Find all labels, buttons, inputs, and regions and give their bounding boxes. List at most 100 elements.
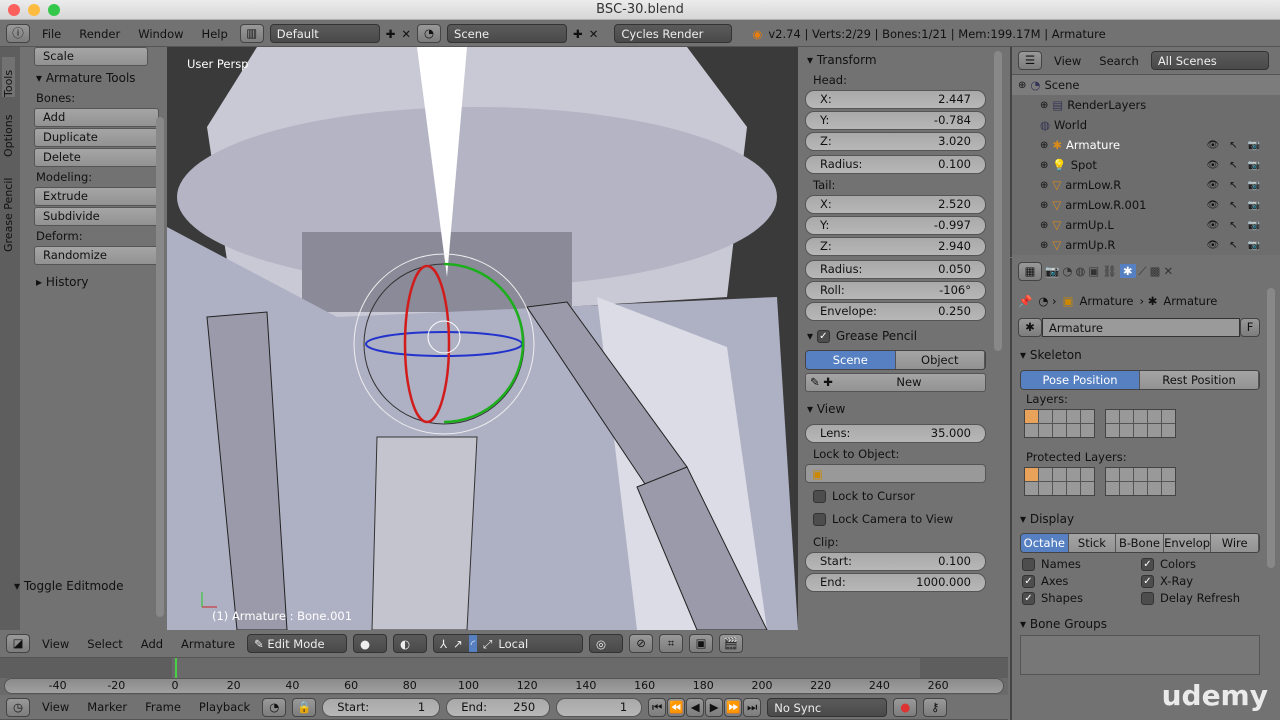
close-window-button[interactable] bbox=[8, 4, 20, 16]
protected-grid-left[interactable] bbox=[1024, 467, 1095, 496]
lock-to-cursor-checkbox[interactable]: Lock to Cursor bbox=[805, 487, 986, 506]
select-cursor-icon[interactable]: ↖ bbox=[1229, 180, 1237, 191]
view3d-menu-view[interactable]: View bbox=[36, 637, 75, 651]
outliner-item-name[interactable]: Spot bbox=[1071, 158, 1097, 172]
layers-grid-right[interactable] bbox=[1105, 409, 1176, 438]
pin-icon[interactable]: 📌 bbox=[1018, 294, 1032, 308]
option-names[interactable]: Names bbox=[1022, 557, 1141, 571]
option-axes[interactable]: ✓ Axes bbox=[1022, 574, 1141, 588]
gp-scene-button[interactable]: Scene bbox=[806, 351, 896, 369]
option-x-ray[interactable]: ✓ X-Ray bbox=[1141, 574, 1260, 588]
display-mode-envelop[interactable]: Envelop bbox=[1163, 534, 1212, 552]
display-mode-octahe[interactable]: Octahe bbox=[1021, 534, 1069, 552]
view-panel-header[interactable]: ▾ View bbox=[805, 398, 986, 420]
pose-position-button[interactable]: Pose Position bbox=[1021, 371, 1140, 389]
grease-pencil-checkbox[interactable]: ✓ bbox=[816, 330, 830, 343]
info-editor-type-icon[interactable]: ⓘ bbox=[6, 24, 30, 43]
randomize-button[interactable]: Randomize bbox=[34, 246, 159, 265]
timeline-menu-playback[interactable]: Playback bbox=[193, 700, 256, 714]
outliner-row[interactable]: ⊕ ▽ armUp.L 👁 ↖ 📷 bbox=[1012, 215, 1280, 235]
outliner-display-select[interactable]: All Scenes bbox=[1150, 51, 1269, 70]
outliner-editor-type-icon[interactable]: ☰ bbox=[1018, 51, 1042, 70]
eye-icon[interactable]: 👁 bbox=[1206, 240, 1219, 251]
toolshelf-scrollbar[interactable] bbox=[156, 117, 164, 617]
tab-grease-pencil[interactable]: Grease Pencil bbox=[2, 172, 15, 252]
scale-manipulator-icon[interactable]: ⤢ bbox=[483, 635, 492, 652]
render-engine-select[interactable]: Cycles Render bbox=[614, 24, 733, 43]
armature-tools-header[interactable]: ▾ Armature Tools bbox=[28, 67, 159, 89]
checkbox[interactable]: ✓ bbox=[1141, 575, 1154, 588]
current-frame-field[interactable]: 1 bbox=[556, 697, 643, 717]
delete-button[interactable]: Delete bbox=[34, 148, 159, 167]
scene-tab-icon[interactable]: ◔ bbox=[1062, 264, 1072, 278]
roll-field[interactable]: Roll: -106° bbox=[805, 281, 986, 300]
menu-render[interactable]: Render bbox=[73, 27, 126, 41]
head-field-3[interactable]: Radius: 0.100 bbox=[805, 155, 986, 174]
toggle-editmode-header[interactable]: ▾ Toggle Editmode bbox=[6, 575, 124, 597]
prev-keyframe-icon[interactable]: ⏪ bbox=[667, 697, 686, 717]
expand-icon[interactable]: ⊕ bbox=[1040, 160, 1048, 171]
gp-new-button[interactable]: ✎ ✚ New bbox=[805, 373, 986, 392]
render-tab-icon[interactable]: 📷 bbox=[1045, 264, 1059, 278]
jump-end-icon[interactable]: ⏭ bbox=[743, 697, 762, 717]
outliner-item-name[interactable]: Scene bbox=[1044, 78, 1079, 92]
object-tab-icon[interactable]: ▣ bbox=[1088, 264, 1099, 278]
armature-datablock-icon[interactable]: ✱ bbox=[1018, 318, 1042, 337]
render-camera-icon[interactable]: 📷 bbox=[1248, 160, 1260, 171]
outliner-item-name[interactable]: RenderLayers bbox=[1067, 98, 1146, 112]
timeline-menu-marker[interactable]: Marker bbox=[81, 700, 133, 714]
fake-user-button[interactable]: F bbox=[1240, 318, 1260, 337]
end-frame-field[interactable]: End: 250 bbox=[446, 697, 551, 717]
option-delay-refresh[interactable]: Delay Refresh bbox=[1141, 591, 1260, 605]
extrude-button[interactable]: Extrude bbox=[34, 187, 159, 206]
bone-groups-header[interactable]: ▾ Bone Groups bbox=[1018, 613, 1260, 635]
outliner-row[interactable]: ⊕ 💡 Spot 👁 ↖ 📷 bbox=[1012, 155, 1280, 175]
rotate-manipulator-icon[interactable]: ◜ bbox=[468, 635, 478, 652]
add-bone-button[interactable]: Add bbox=[34, 108, 159, 127]
tab-options[interactable]: Options bbox=[2, 107, 15, 157]
properties-editor-type-icon[interactable]: ▦ bbox=[1018, 261, 1042, 281]
outliner-item-name[interactable]: Armature bbox=[1066, 138, 1120, 152]
select-cursor-icon[interactable]: ↖ bbox=[1229, 200, 1237, 211]
outliner-item-name[interactable]: armUp.R bbox=[1065, 238, 1115, 252]
rest-position-button[interactable]: Rest Position bbox=[1140, 371, 1259, 389]
display-panel-header[interactable]: ▾ Display bbox=[1018, 508, 1260, 530]
render-camera-icon[interactable]: 📷 bbox=[1248, 240, 1260, 251]
outliner-item-name[interactable]: armLow.R.001 bbox=[1065, 198, 1146, 212]
checkbox[interactable] bbox=[1022, 558, 1035, 571]
grease-pencil-header[interactable]: ▾ ✓ Grease Pencil bbox=[805, 325, 986, 347]
zoom-window-button[interactable] bbox=[48, 4, 60, 16]
render-animation-icon[interactable]: 🎬 bbox=[719, 634, 744, 653]
protected-grid-right[interactable] bbox=[1105, 467, 1176, 496]
view3d-menu-select[interactable]: Select bbox=[81, 637, 128, 651]
render-camera-icon[interactable]: 📷 bbox=[1248, 220, 1260, 231]
snap-toggle-icon[interactable]: ⊘ bbox=[629, 634, 654, 653]
duplicate-button[interactable]: Duplicate bbox=[34, 128, 159, 147]
expand-icon[interactable]: ⊕ bbox=[1040, 140, 1048, 151]
keying-set-icon[interactable]: ⚷ bbox=[923, 697, 948, 717]
scene-field[interactable]: Scene bbox=[447, 24, 568, 43]
lock-range-icon[interactable]: 🔒 bbox=[292, 697, 317, 717]
display-mode-stick[interactable]: Stick bbox=[1068, 534, 1117, 552]
menu-file[interactable]: File bbox=[36, 27, 67, 41]
gp-object-button[interactable]: Object bbox=[895, 351, 985, 369]
texture-tab-icon[interactable]: ▩ bbox=[1150, 264, 1161, 278]
mode-select[interactable]: ✎ Edit Mode bbox=[247, 634, 348, 653]
snap-element-icon[interactable]: ⌗ bbox=[659, 634, 684, 653]
world-tab-icon[interactable]: ◍ bbox=[1075, 264, 1085, 278]
sync-mode-select[interactable]: No Sync bbox=[767, 697, 888, 717]
timeline-menu-frame[interactable]: Frame bbox=[139, 700, 187, 714]
timeline-scrollbar[interactable] bbox=[4, 678, 1004, 694]
scale-button[interactable]: Scale bbox=[34, 47, 148, 66]
outliner-row[interactable]: ⊕ ▽ armLow.R 👁 ↖ 📷 bbox=[1012, 175, 1280, 195]
outliner-row[interactable]: ⊕ ▽ armLow.R.001 👁 ↖ 📷 bbox=[1012, 195, 1280, 215]
transform-header[interactable]: ▾ Transform bbox=[805, 49, 986, 71]
tail-field-2[interactable]: Z: 2.940 bbox=[805, 237, 986, 256]
timeline-editor-type-icon[interactable]: ◷ bbox=[6, 697, 30, 717]
outliner-row[interactable]: ⊕ ▽ armUp.R 👁 ↖ 📷 bbox=[1012, 235, 1280, 255]
expand-icon[interactable]: ⊕ bbox=[1040, 100, 1048, 111]
layers-grid-left[interactable] bbox=[1024, 409, 1095, 438]
timeline[interactable]: -40 -20 0 20 40 60 80 100 120 140 160 180 200 220 240 2… bbox=[0, 658, 1008, 695]
select-cursor-icon[interactable]: ↖ bbox=[1229, 140, 1237, 151]
manipulator-toggle-icon[interactable]: ⅄ bbox=[440, 635, 447, 652]
